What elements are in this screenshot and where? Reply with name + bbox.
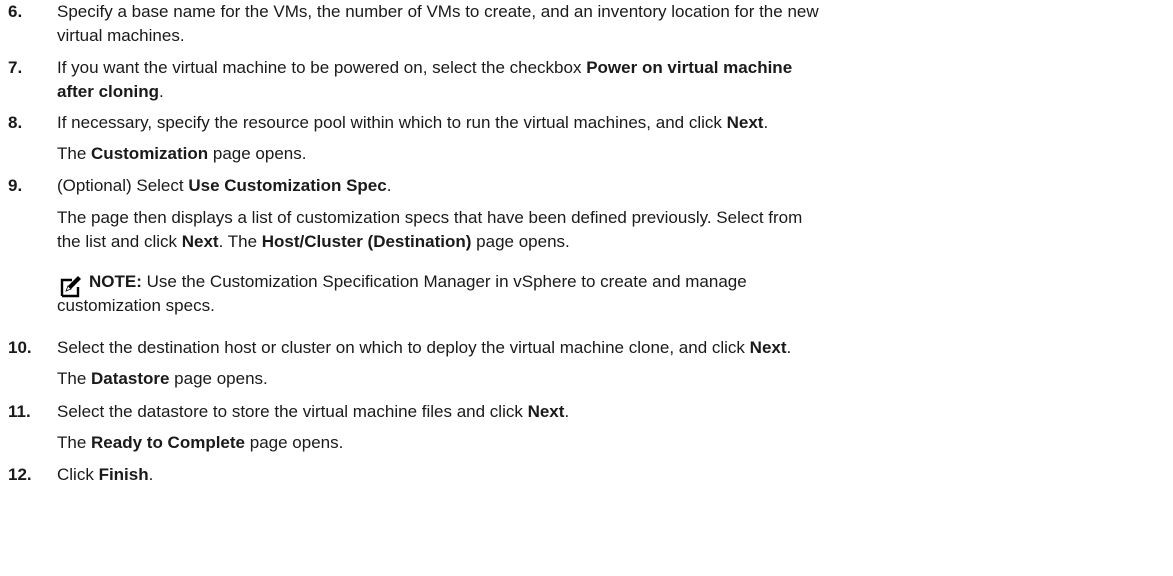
ui-button-ref: Next	[749, 338, 787, 357]
step-number: 10.	[8, 338, 32, 357]
result-text: page opens.	[169, 369, 268, 388]
ui-option-label: after cloning	[57, 82, 160, 101]
step-text: If you want the virtual machine to be po…	[57, 56, 1157, 104]
result-text: page opens.	[245, 433, 344, 452]
step-text: If necessary, specify the resource pool …	[57, 113, 727, 132]
step-text: Select the datastore to store the virtua…	[57, 402, 528, 421]
step-number: 11.	[8, 402, 31, 421]
result-text: page opens.	[208, 144, 307, 163]
punctuation: .	[159, 82, 164, 101]
page-name-ref: Customization	[91, 144, 209, 163]
result-text: The	[57, 369, 92, 388]
page-name-ref: Host/Cluster (Destination)	[261, 232, 472, 251]
step-text-line: virtual machines.	[57, 26, 185, 45]
ui-button-ref: Finish	[98, 465, 149, 484]
step-text: Select the destination host or cluster o…	[57, 338, 750, 357]
step-11-result: The Ready to Complete page opens.	[57, 431, 1157, 455]
step-number: 6.	[8, 2, 23, 21]
step-text: Click Finish.	[57, 463, 1157, 487]
step-number: 8.	[8, 113, 23, 132]
page-name-ref: Datastore	[91, 369, 170, 388]
page-name-ref: Ready to Complete	[91, 433, 246, 452]
step-9-description: The page then displays a list of customi…	[57, 206, 1157, 254]
punctuation: .	[763, 113, 769, 132]
ui-option-label: Use Customization Spec	[188, 176, 387, 195]
step-text: Select the datastore to store the virtua…	[57, 400, 1157, 424]
step-10-result: The Datastore page opens.	[57, 367, 1157, 391]
step-number: 7.	[8, 58, 23, 77]
punctuation: .	[148, 465, 154, 484]
note-label: NOTE:	[89, 272, 142, 291]
step-text: (Optional) Select	[57, 176, 189, 195]
ui-button-ref: Next	[181, 232, 219, 251]
step-number: 9.	[8, 176, 23, 195]
step-text: Specify a base name for the VMs, the num…	[57, 0, 1157, 48]
description-line: The page then displays a list of customi…	[57, 208, 803, 227]
punctuation: .	[564, 402, 570, 421]
step-text: (Optional) Select Use Customization Spec…	[57, 174, 1157, 198]
description-text: the list and click	[57, 232, 182, 251]
step-text-line: Specify a base name for the VMs, the num…	[57, 2, 819, 21]
description-text: page opens.	[471, 232, 570, 251]
step-8-result: The Customization page opens.	[57, 142, 1157, 166]
step-text: If you want the virtual machine to be po…	[57, 58, 587, 77]
note-text: NOTE: Use the Customization Specificatio…	[89, 270, 1149, 294]
note-text-continued: customization specs.	[57, 294, 215, 318]
note-body: customization specs.	[57, 296, 215, 315]
step-text: Select the destination host or cluster o…	[57, 336, 1157, 360]
note-body: Use the Customization Specification Mana…	[141, 272, 747, 291]
step-number: 12.	[8, 465, 32, 484]
description-text: . The	[218, 232, 262, 251]
step-text: Click	[57, 465, 99, 484]
result-text: The	[57, 144, 92, 163]
ui-button-ref: Next	[726, 113, 764, 132]
ui-button-ref: Next	[527, 402, 565, 421]
punctuation: .	[386, 176, 392, 195]
step-text: If necessary, specify the resource pool …	[57, 111, 1157, 135]
result-text: The	[57, 433, 92, 452]
ui-option-label: Power on virtual machine	[586, 58, 793, 77]
punctuation: .	[786, 338, 792, 357]
